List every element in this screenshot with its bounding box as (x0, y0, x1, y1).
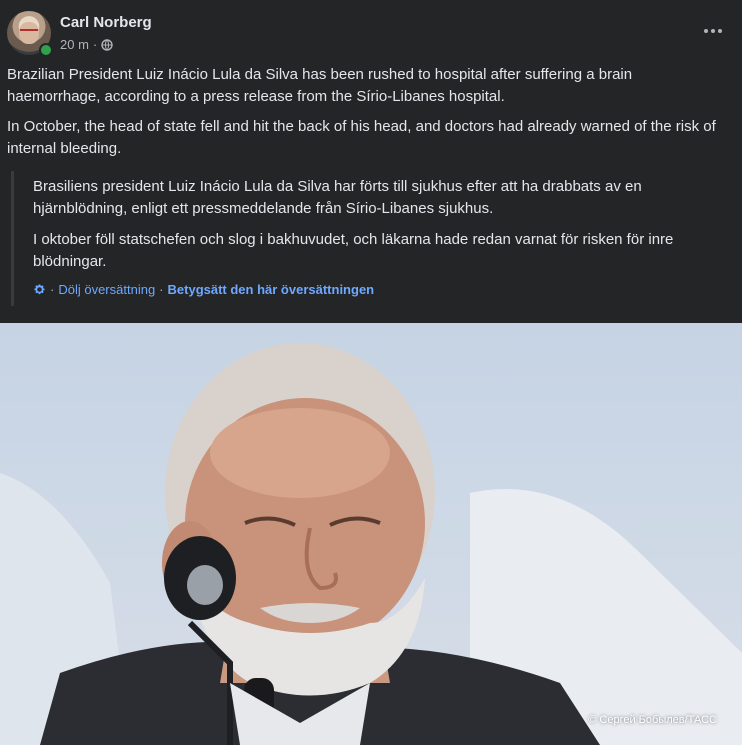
actions-separator-2: · (159, 282, 164, 297)
post-header: Carl Norberg 20 m · (7, 11, 735, 57)
meta-separator: · (92, 37, 98, 52)
post-paragraph-1: Brazilian President Luiz Inácio Lula da … (7, 66, 633, 105)
post-paragraph-2: In October, the head of state fell and h… (7, 118, 716, 157)
post-timestamp[interactable]: 20 m (60, 37, 89, 52)
photo-credit: © Сергей Бобылев/ТАСС (588, 714, 717, 726)
photo-illustration (0, 343, 742, 745)
post-card: Carl Norberg 20 m · Brazilian President … (0, 0, 742, 745)
translation-paragraph-2: I oktober föll statschefen och slog i ba… (33, 231, 674, 270)
avatar-glasses (20, 29, 38, 36)
translation-block: Brasiliens president Luiz Inácio Lula da… (11, 171, 728, 306)
translation-actions: · Dölj översättning · Betygsätt den här … (33, 282, 374, 297)
hide-translation-link[interactable]: Dölj översättning (58, 282, 155, 297)
translation-paragraph-1: Brasiliens president Luiz Inácio Lula da… (33, 178, 642, 217)
actions-separator-1: · (50, 282, 55, 297)
author-name[interactable]: Carl Norberg (60, 14, 152, 31)
rate-translation-link[interactable]: Betygsätt den här översättningen (168, 282, 375, 297)
post-photo[interactable]: © Сергей Бобылев/ТАСС (0, 323, 742, 745)
gear-icon[interactable] (33, 283, 46, 296)
online-status-dot (39, 43, 53, 57)
post-meta: 20 m · (60, 37, 113, 52)
globe-icon[interactable] (101, 38, 113, 51)
more-options-icon[interactable] (701, 23, 725, 39)
